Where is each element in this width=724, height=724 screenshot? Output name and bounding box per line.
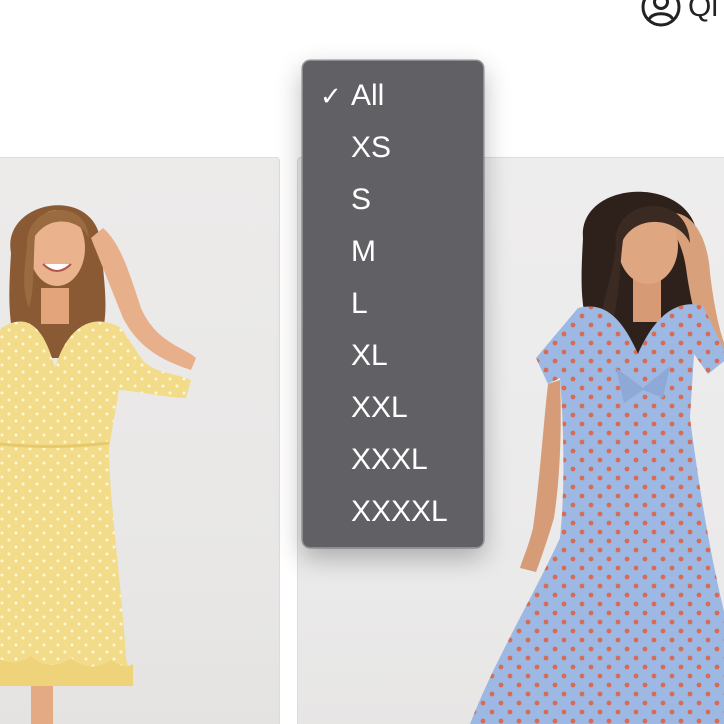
size-option-label: XS [351, 131, 392, 164]
size-option-label: XL [351, 339, 388, 372]
size-option-label: L [351, 287, 368, 320]
product-card[interactable] [0, 157, 280, 724]
account-menu[interactable]: Ql [640, 0, 718, 28]
size-option-xl[interactable]: XL [303, 330, 483, 382]
size-option-xxxl[interactable]: XXXL [303, 434, 483, 486]
size-option-all[interactable]: ✓ All [303, 70, 483, 122]
size-option-label: S [351, 183, 372, 216]
account-label[interactable]: Ql [688, 0, 718, 28]
size-option-label: All [351, 79, 385, 112]
size-option-xxl[interactable]: XXL [303, 382, 483, 434]
size-option-s[interactable]: S [303, 174, 483, 226]
size-option-xs[interactable]: XS [303, 122, 483, 174]
size-option-label: M [351, 235, 376, 268]
size-option-label: XXXL [351, 443, 428, 476]
checkmark-icon: ✓ [320, 81, 342, 111]
page: Ql ✓ All XS S M L XL XXL XXXL XXXXL [0, 0, 724, 724]
size-dropdown-menu[interactable]: ✓ All XS S M L XL XXL XXXL XXXXL [302, 60, 484, 548]
size-option-label: XXXXL [351, 495, 448, 528]
size-option-l[interactable]: L [303, 278, 483, 330]
size-option-m[interactable]: M [303, 226, 483, 278]
size-option-label: XXL [351, 391, 408, 424]
product-image-yellow-dress[interactable] [0, 158, 279, 724]
user-circle-icon[interactable] [640, 0, 682, 28]
size-option-xxxxl[interactable]: XXXXL [303, 486, 483, 538]
